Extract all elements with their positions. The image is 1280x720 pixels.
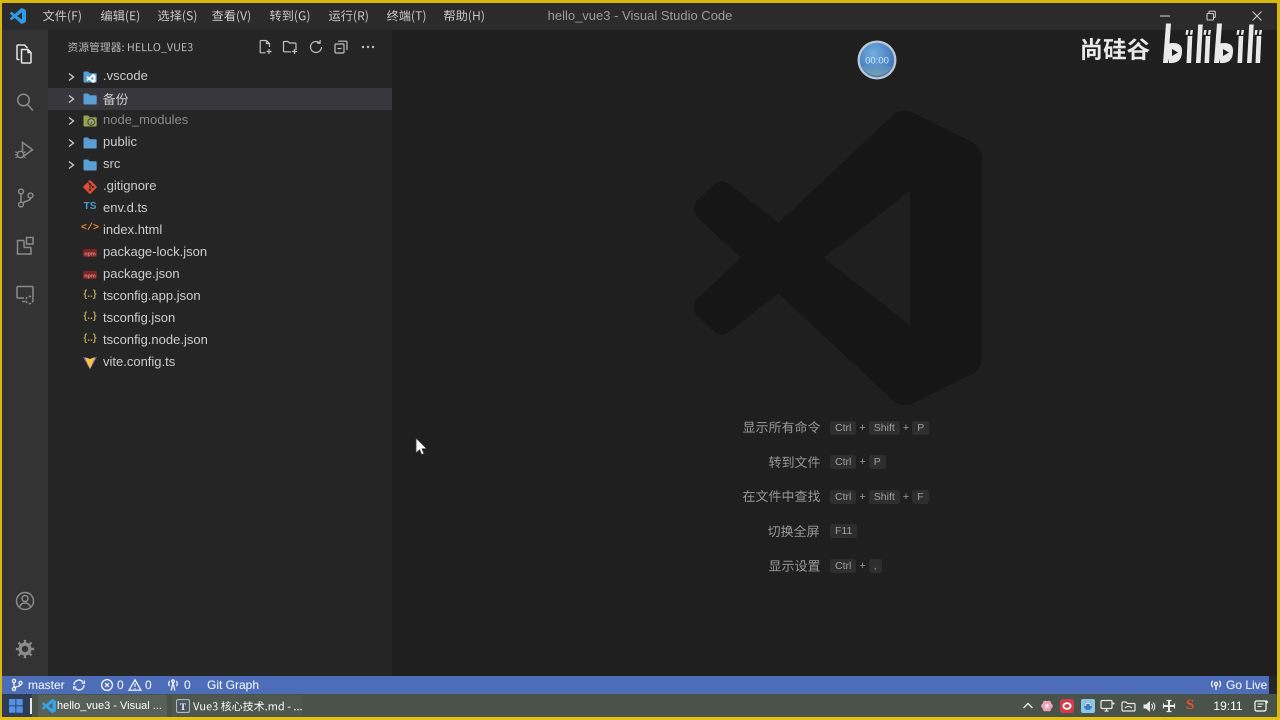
svg-text:npm: npm: [84, 252, 96, 258]
svg-text:00:00: 00:00: [865, 56, 889, 67]
svg-text:npm: npm: [84, 274, 96, 280]
svg-text:T: T: [180, 703, 187, 713]
